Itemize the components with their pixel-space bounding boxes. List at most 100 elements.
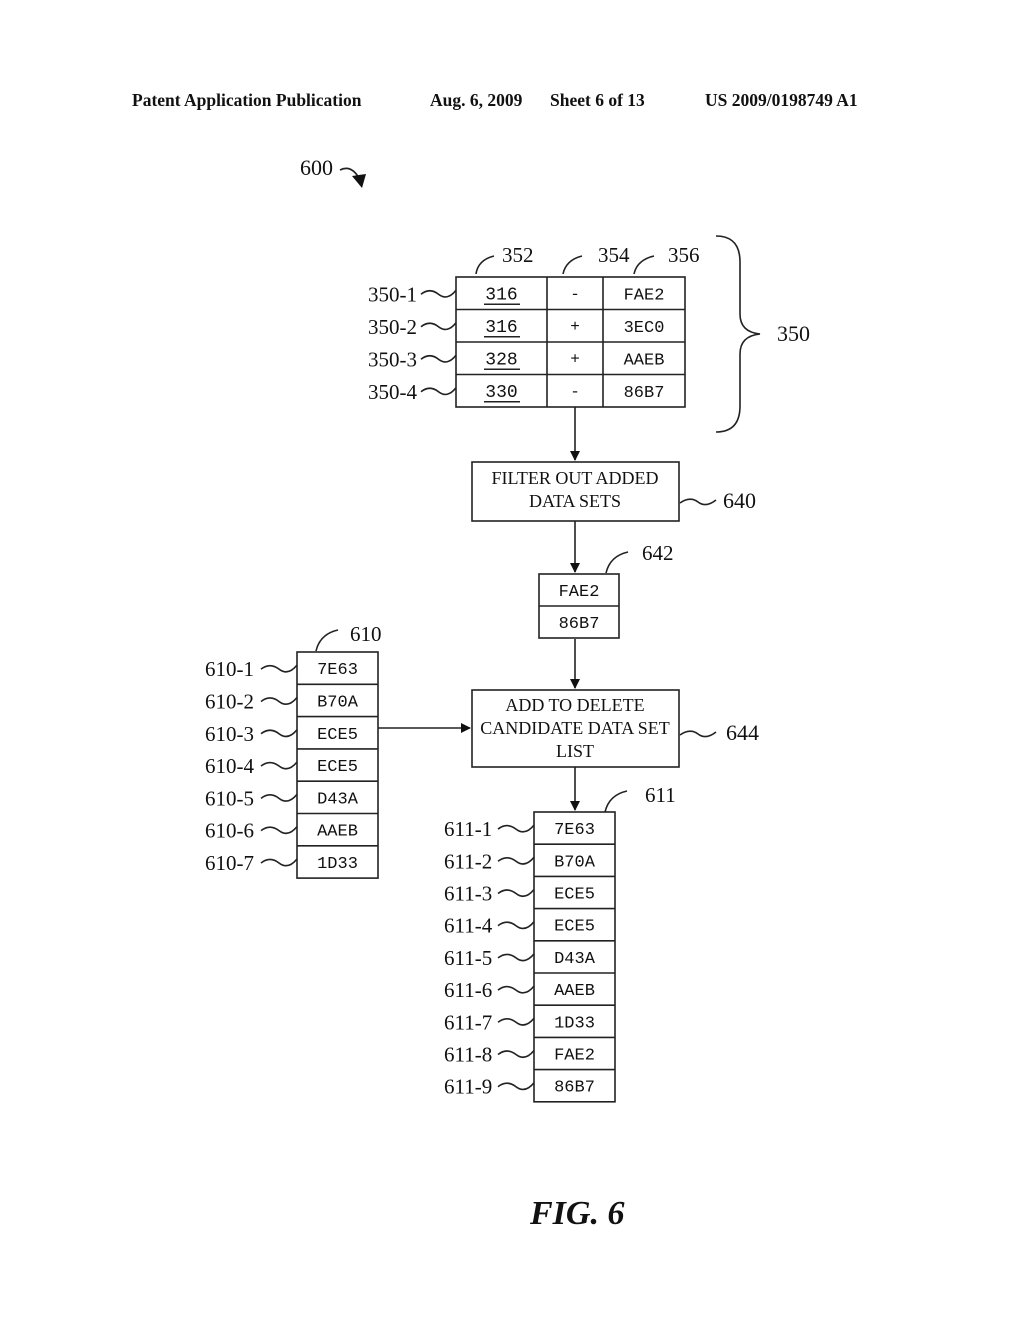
- item-leader: [260, 793, 298, 802]
- row-value: FAE2: [624, 286, 665, 305]
- list-ref-642: 642: [642, 541, 674, 565]
- row-leader: [420, 354, 457, 363]
- step-644-line-2: CANDIDATE DATA SET: [480, 718, 670, 738]
- item-value: 1D33: [317, 855, 358, 874]
- item-value: B70A: [317, 693, 359, 712]
- item-leader: [497, 1017, 535, 1026]
- item-ref: 610-5: [205, 786, 254, 810]
- item-ref: 610-2: [205, 689, 254, 713]
- ref-600-arrow-head: [352, 174, 366, 188]
- group-ref-350: 350: [777, 321, 810, 346]
- row-ref: 350-3: [368, 347, 417, 371]
- item-leader: [497, 856, 535, 865]
- list-642: FAE2 86B7: [538, 573, 620, 639]
- item-value: 1D33: [554, 1014, 595, 1033]
- table-350: 350-1 316 - FAE2 350-2 316 +3EC0 350-3 328 + AAEB 3…: [368, 276, 686, 408]
- figure-label: FIG. 6: [529, 1195, 624, 1232]
- brace-350: [715, 235, 761, 433]
- item-leader: [260, 826, 298, 835]
- item-value: ECE5: [554, 886, 595, 905]
- step-640-line-2: DATA SETS: [529, 491, 621, 511]
- item-value: AAEB: [554, 982, 595, 1001]
- row-value: 3EC0: [624, 319, 665, 338]
- item-leader: [497, 1082, 535, 1091]
- column-ref-356: 356: [668, 243, 700, 267]
- item-ref: 611-7: [444, 1010, 492, 1034]
- row-leader: [420, 289, 457, 298]
- item-value: FAE2: [554, 1047, 595, 1066]
- item-value: D43A: [317, 790, 359, 809]
- item-leader: [497, 824, 535, 833]
- item-value: 7E63: [317, 661, 358, 680]
- item-ref: 611-3: [444, 882, 492, 906]
- row-id: 316: [485, 285, 517, 305]
- column-ref-352: 352: [502, 243, 534, 267]
- row-op: +: [570, 318, 580, 336]
- list-ref-611: 611: [645, 783, 676, 807]
- item-ref: 611-5: [444, 946, 492, 970]
- item-ref: 610-1: [205, 657, 254, 681]
- leader-644: [679, 730, 717, 738]
- item-leader: [260, 696, 298, 705]
- item-value: ECE5: [554, 918, 595, 937]
- row-ref: 350-4: [368, 380, 417, 404]
- item-leader: [260, 729, 298, 738]
- row-leader: [420, 322, 457, 331]
- row-leader: [420, 387, 457, 396]
- row-id: 330: [485, 383, 517, 403]
- item-value: B70A: [554, 853, 596, 872]
- item-ref: 611-1: [444, 817, 492, 841]
- item-ref: 610-4: [205, 754, 254, 778]
- item-value: 7E63: [554, 821, 595, 840]
- figure-6-diagram: 600 350-1 316 - FAE2 350-2 316 +3EC0 350-3 328 + A…: [205, 155, 810, 1232]
- leader-610: [315, 629, 339, 652]
- row-ref: 350-2: [368, 315, 417, 339]
- item-value: 86B7: [554, 1079, 595, 1098]
- item-value: ECE5: [317, 726, 358, 745]
- leader-640: [679, 498, 717, 506]
- list-642-item: 86B7: [559, 615, 600, 634]
- step-640-line-1: FILTER OUT ADDED: [491, 468, 658, 488]
- item-value: ECE5: [317, 758, 358, 777]
- list-ref-610: 610: [350, 622, 382, 646]
- list-611: 611-1 7E63 611-2 B70A 611-3 ECE5 611-4 ECE5 611-…: [444, 811, 616, 1103]
- item-ref: 610-6: [205, 819, 254, 843]
- row-id: 316: [485, 318, 517, 338]
- item-ref: 611-4: [444, 914, 493, 938]
- row-value: AAEB: [624, 351, 665, 370]
- item-leader: [497, 888, 535, 898]
- step-ref-644: 644: [726, 720, 759, 745]
- row-id: 328: [485, 350, 517, 370]
- leader-354: [562, 255, 583, 275]
- leader-352: [475, 255, 495, 275]
- list-642-item: FAE2: [559, 583, 600, 602]
- leader-356: [633, 255, 655, 275]
- row-op: +: [570, 350, 580, 368]
- step-644-line-3: LIST: [556, 741, 594, 761]
- list-610: 610-1 7E63 610-2 B70A 610-3 ECE5 610-4 ECE5 610-…: [205, 651, 379, 879]
- item-leader: [497, 921, 535, 930]
- item-ref: 611-6: [444, 978, 492, 1002]
- item-leader: [260, 761, 298, 770]
- leader-611: [604, 790, 628, 813]
- row-value: 86B7: [624, 384, 665, 403]
- column-ref-354: 354: [598, 243, 630, 267]
- item-ref: 610-3: [205, 722, 254, 746]
- figure-ref-600: 600: [300, 155, 333, 180]
- step-644-line-1: ADD TO DELETE: [505, 695, 644, 715]
- step-ref-640: 640: [723, 488, 756, 513]
- row-ref: 350-1: [368, 282, 417, 306]
- item-value: AAEB: [317, 823, 358, 842]
- item-leader: [497, 953, 535, 962]
- row-op: -: [570, 285, 580, 303]
- item-leader: [497, 1049, 535, 1059]
- item-value: D43A: [554, 950, 596, 969]
- item-ref: 611-8: [444, 1043, 492, 1067]
- item-leader: [260, 858, 298, 867]
- leader-642: [605, 551, 629, 574]
- row-op: -: [570, 383, 580, 401]
- item-ref: 611-9: [444, 1075, 492, 1099]
- item-ref: 611-2: [444, 849, 492, 873]
- item-leader: [260, 664, 298, 673]
- item-ref: 610-7: [205, 851, 254, 875]
